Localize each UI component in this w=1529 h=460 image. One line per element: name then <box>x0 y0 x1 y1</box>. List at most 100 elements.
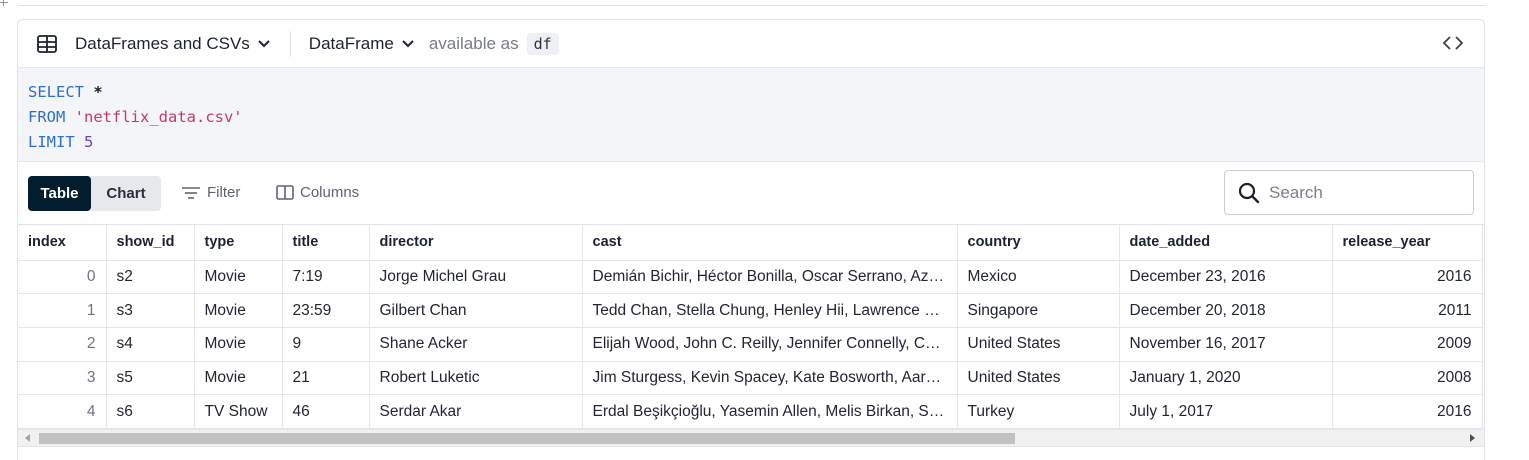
table-cell: s4 <box>106 327 195 362</box>
code-toggle-button[interactable] <box>1442 32 1464 54</box>
available-as-label: available as <box>428 33 519 53</box>
scrollbar-thumb[interactable] <box>39 433 1015 444</box>
table-row[interactable]: 0 s2 Movie 7:19 Jorge Michel Grau Demián Bich… <box>18 260 1483 295</box>
sql-keyword: SELECT <box>28 83 84 101</box>
table-cell: Movie <box>194 260 283 295</box>
filter-icon <box>182 186 200 199</box>
search-box <box>1224 170 1474 215</box>
table-cell: United States <box>957 361 1120 396</box>
table-cell: United States <box>957 327 1120 362</box>
table-cell: Shane Acker <box>369 327 583 362</box>
table-cell: 7:19 <box>282 260 370 295</box>
scroll-left-arrow-icon[interactable] <box>25 434 30 442</box>
column-header[interactable]: date_added <box>1119 225 1333 261</box>
table-cell: Serdar Akar <box>369 394 583 429</box>
table-cell: 0 <box>18 260 107 295</box>
table-cell: 21 <box>282 361 370 396</box>
filter-label: Filter <box>207 184 241 201</box>
column-header[interactable]: show_id <box>106 225 195 261</box>
table-cell: Mexico <box>957 260 1120 295</box>
table-cell: Singapore <box>957 293 1120 328</box>
table-row[interactable]: 1 s3 Movie 23:59 Gilbert Chan Tedd Chan, Stel… <box>18 293 1483 328</box>
table-row[interactable]: 2 s4 Movie 9 Shane Acker Elijah Wood, John C.… <box>18 327 1483 362</box>
table-cell: Movie <box>194 327 283 362</box>
table-cell: 23:59 <box>282 293 370 328</box>
result-toolbar: Table Chart Filter Columns <box>18 162 1484 224</box>
table-row[interactable]: 3 s5 Movie 21 Robert Luketic Jim Sturgess, Ke… <box>18 361 1483 396</box>
table-cell: December 23, 2016 <box>1119 260 1333 295</box>
cell-header: DataFrames and CSVs DataFrame available … <box>18 20 1484 67</box>
table-cell: 2008 <box>1332 361 1483 396</box>
search-input[interactable] <box>1269 182 1459 203</box>
sql-keyword: FROM <box>28 108 66 126</box>
sql-cell: DataFrames and CSVs DataFrame available … <box>17 19 1485 460</box>
column-header[interactable]: release_year <box>1332 225 1483 261</box>
table-cell: November 16, 2017 <box>1119 327 1333 362</box>
table-view-button[interactable]: Table <box>28 176 91 211</box>
table-row[interactable]: 4 s6 TV Show 46 Serdar Akar Erdal Beşikçioğlu… <box>18 394 1483 429</box>
table-cell: 9 <box>282 327 370 362</box>
column-header[interactable]: cast <box>582 225 958 261</box>
sql-star: * <box>93 83 103 101</box>
table-cell: December 20, 2018 <box>1119 293 1333 328</box>
header-row: index show_id type title director cast country… <box>18 225 1483 261</box>
column-header[interactable]: index <box>18 225 107 261</box>
table-cell: July 1, 2017 <box>1119 394 1333 429</box>
add-cell-plus-icon[interactable] <box>0 0 10 10</box>
sql-number: 5 <box>84 133 94 151</box>
chevron-down-icon <box>402 39 414 47</box>
table-cell: 1 <box>18 293 107 328</box>
view-toggle: Table Chart <box>28 176 161 211</box>
code-line-2: FROM 'netflix_data.csv' <box>28 105 1484 130</box>
filter-button[interactable]: Filter <box>181 184 240 201</box>
data-source-label: DataFrames and CSVs <box>75 33 250 53</box>
table-cell: Turkey <box>957 394 1120 429</box>
table-cell: TV Show <box>194 394 283 429</box>
table-grid-icon <box>37 34 57 53</box>
scroll-right-arrow-icon[interactable] <box>1470 434 1475 442</box>
horizontal-scrollbar[interactable] <box>18 429 1484 446</box>
table-cell: January 1, 2020 <box>1119 361 1333 396</box>
columns-button[interactable]: Columns <box>276 184 359 201</box>
table-cell: 2016 <box>1332 394 1483 429</box>
table-cell: Tedd Chan, Stella Chung, Henley Hii, Law… <box>582 293 958 328</box>
table-cell: s5 <box>106 361 195 396</box>
table-cell: 2011 <box>1332 293 1483 328</box>
sql-string: 'netflix_data.csv' <box>74 108 243 126</box>
sql-keyword: LIMIT <box>28 133 75 151</box>
sql-code-editor[interactable]: SELECT * FROM 'netflix_data.csv' LIMIT 5 <box>18 67 1484 162</box>
table-cell: Movie <box>194 293 283 328</box>
variable-name-badge[interactable]: df <box>526 32 559 55</box>
table-cell: Movie <box>194 361 283 396</box>
header-separator <box>289 30 291 57</box>
table-cell: s2 <box>106 260 195 295</box>
table-cell: Jorge Michel Grau <box>369 260 583 295</box>
table-cell: 46 <box>282 394 370 429</box>
code-line-1: SELECT * <box>28 80 1484 105</box>
chart-view-button[interactable]: Chart <box>91 176 161 211</box>
columns-label: Columns <box>300 184 360 201</box>
data-source-dropdown[interactable]: DataFrames and CSVs <box>37 32 271 56</box>
table-cell: Elijah Wood, John C. Reilly, Jennifer Co… <box>582 327 958 362</box>
output-type-dropdown[interactable]: DataFrame <box>309 34 415 54</box>
chevron-down-icon <box>258 39 270 47</box>
column-header[interactable]: type <box>194 225 283 261</box>
table-bottom-divider <box>18 446 1484 447</box>
table-cell: Robert Luketic <box>369 361 583 396</box>
code-line-3: LIMIT 5 <box>28 130 1484 155</box>
results-table: index show_id type title director cast country… <box>18 225 1483 429</box>
table-cell: Gilbert Chan <box>369 293 583 328</box>
table-cell: 2016 <box>1332 260 1483 295</box>
results-table-container: index show_id type title director cast country… <box>18 224 1484 429</box>
column-header[interactable]: director <box>369 225 583 261</box>
column-header[interactable]: title <box>282 225 370 261</box>
table-cell: 3 <box>18 361 107 396</box>
table-cell: s6 <box>106 394 195 429</box>
table-cell: Demián Bichir, Héctor Bonilla, Oscar Ser… <box>582 260 958 295</box>
table-cell: Jim Sturgess, Kevin Spacey, Kate Boswort… <box>582 361 958 396</box>
table-cell: 2 <box>18 327 107 362</box>
search-icon <box>1238 182 1260 203</box>
table-cell: s3 <box>106 293 195 328</box>
column-header[interactable]: country <box>957 225 1120 261</box>
table-cell: 4 <box>18 394 107 429</box>
